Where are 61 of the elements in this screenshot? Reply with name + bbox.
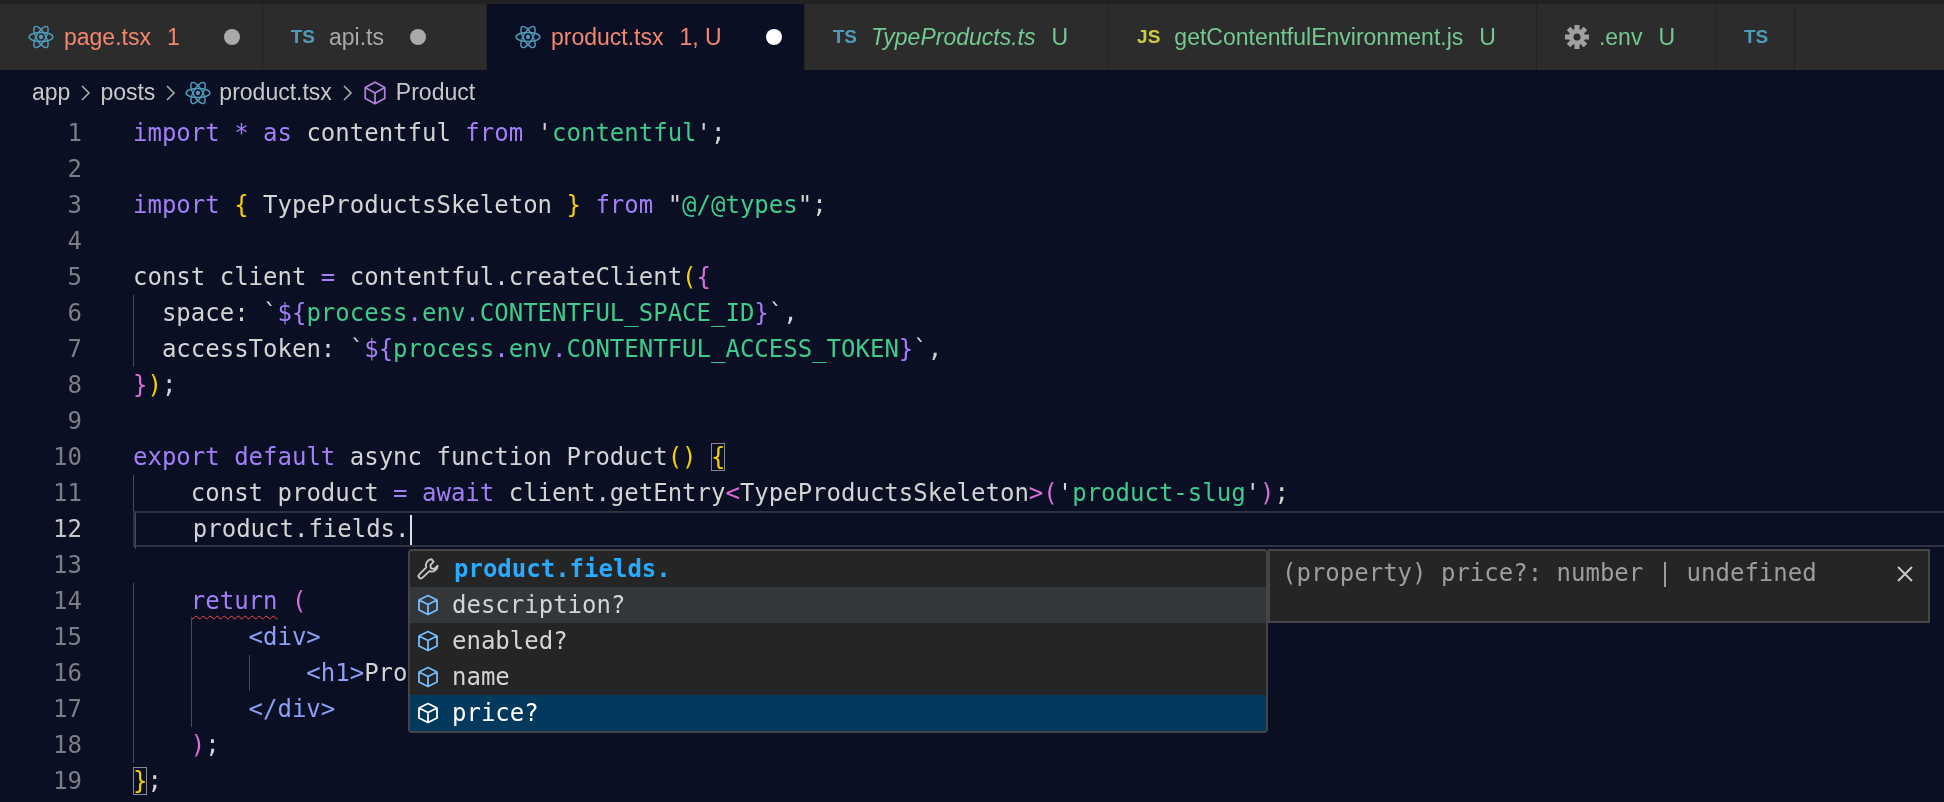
- chevron-icon: [163, 82, 178, 103]
- git-status-text: U: [1479, 23, 1496, 51]
- git-status-text: 1: [166, 23, 180, 51]
- line-number: 8: [66, 370, 82, 401]
- line-number: 9: [66, 406, 82, 437]
- code-line: import * as contentful from 'contentful';: [133, 118, 727, 149]
- line-number: 14: [52, 586, 82, 617]
- line-number: 19: [52, 766, 82, 797]
- file-type-icon: TS: [832, 26, 857, 48]
- line-number: 10: [52, 442, 82, 473]
- code-line: accessToken: `${process.env.CONTENTFUL_ACCESS_TOKEN}`,: [133, 331, 1944, 367]
- git-status-text: U: [1658, 23, 1675, 51]
- text-cursor: [409, 515, 412, 545]
- git-status-text: U: [1051, 23, 1069, 51]
- cube-icon: [416, 665, 440, 689]
- code-line: const client = contentful.createClient({: [133, 262, 712, 293]
- line-number: 11: [52, 478, 82, 509]
- file-type-icon: TS: [1744, 26, 1769, 48]
- cube-icon: [361, 79, 388, 106]
- line-number: 2: [66, 154, 82, 185]
- code-line: product.fields.: [133, 511, 1944, 547]
- code-line: });: [133, 370, 178, 401]
- breadcrumb-item[interactable]: posts: [100, 79, 156, 106]
- line-number: 12: [52, 514, 82, 545]
- cube-icon: [416, 629, 440, 653]
- line-number: 7: [66, 334, 82, 365]
- breadcrumb-item[interactable]: product.tsx: [219, 79, 332, 106]
- breadcrumb-item[interactable]: Product: [395, 79, 476, 106]
- line-number: 15: [52, 622, 82, 653]
- line-number: 3: [66, 190, 82, 221]
- git-status-text: 1, U: [679, 23, 722, 51]
- gear-icon: [1564, 25, 1589, 49]
- suggestion-item[interactable]: name: [410, 659, 1266, 695]
- breadcrumb-item[interactable]: app: [32, 79, 71, 106]
- code-line: space: `${process.env.CONTENTFUL_SPACE_ID}`,: [133, 295, 1944, 331]
- code-line: export default async function Product() {: [133, 442, 727, 473]
- line-number: 18: [52, 730, 82, 761]
- code-line: };: [133, 766, 163, 797]
- line-number: 6: [66, 298, 82, 329]
- code-line: import { TypeProductsSkeleton } from "@/@types";: [133, 190, 828, 221]
- line-number: 13: [52, 550, 82, 581]
- line-number: 17: [52, 694, 82, 725]
- suggestion-item[interactable]: enabled?: [410, 623, 1266, 659]
- react-icon: [28, 24, 54, 50]
- cube-icon: [416, 701, 440, 725]
- react-icon: [185, 79, 212, 106]
- line-number: 4: [66, 226, 82, 257]
- line-number: 1: [66, 118, 82, 149]
- react-icon: [515, 24, 541, 50]
- file-type-icon: TS: [290, 26, 316, 48]
- editor-tab[interactable]: product.tsx 1, U: [487, 4, 805, 70]
- chevron-icon: [78, 82, 93, 103]
- line-number: 16: [52, 658, 82, 689]
- suggestion-item[interactable]: price?: [410, 695, 1266, 731]
- type-signature: (property) price?: number | undefined: [1282, 559, 1817, 587]
- code-line: const product = await client.getEntry<TypeProductsSkeleton>('product-slug');: [133, 475, 1944, 511]
- cube-icon: [416, 593, 440, 617]
- suggestion-item[interactable]: product.fields.: [410, 551, 1266, 587]
- suggestion-item[interactable]: description?: [410, 587, 1266, 623]
- line-number: 5: [66, 262, 82, 293]
- file-type-icon: JS: [1137, 26, 1161, 48]
